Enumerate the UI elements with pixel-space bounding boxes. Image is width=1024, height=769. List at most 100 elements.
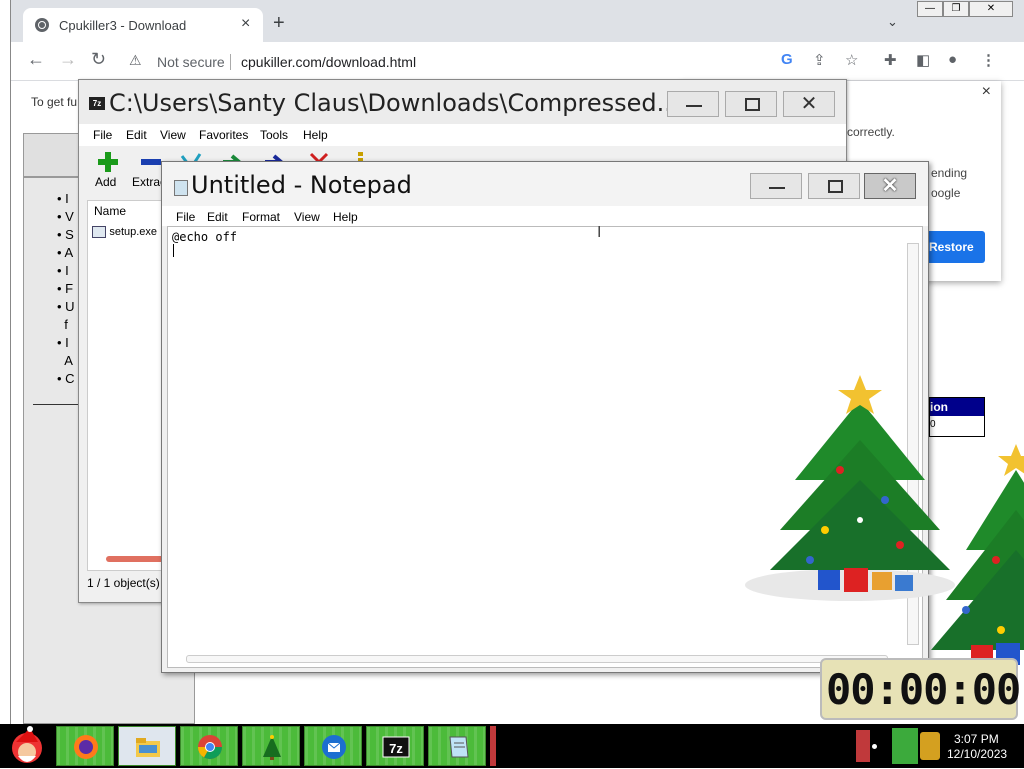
back-arrow-icon[interactable]: ← <box>27 49 45 70</box>
7zip-icon: 7z <box>382 736 410 758</box>
list-item[interactable]: • I <box>57 191 75 209</box>
taskbar: 7z 3:07 PM 12/10/2023 <box>0 724 1024 768</box>
url-text[interactable]: cpukiller.com/download.html <box>241 54 416 70</box>
taskbar-firefox[interactable] <box>56 726 114 766</box>
notepad-maximize-button[interactable] <box>808 173 860 199</box>
extract-minus-icon <box>141 159 161 165</box>
tab-close-icon[interactable]: × <box>241 15 250 33</box>
column-header-name[interactable]: Name <box>87 200 169 222</box>
network-icon[interactable] <box>892 728 918 764</box>
chrome-close-button[interactable]: ✕ <box>969 1 1013 17</box>
add-button[interactable] <box>96 150 120 177</box>
menu-file[interactable]: File <box>176 210 195 224</box>
reload-icon[interactable]: ↻ <box>91 49 106 70</box>
popup-close-icon[interactable]: × <box>982 83 991 101</box>
menu-help[interactable]: Help <box>333 210 358 224</box>
list-item[interactable]: • U <box>57 299 75 317</box>
list-item[interactable]: setup.exe <box>92 224 157 238</box>
profile-avatar-icon[interactable]: ● <box>948 51 957 68</box>
7zip-title: C:\Users\Santy Claus\Downloads\Compresse… <box>109 89 680 117</box>
menu-help[interactable]: Help <box>303 128 328 142</box>
browser-toolbar: ← → ↻ ⚠ Not secure cpukiller.com/downloa… <box>11 42 1024 81</box>
taskbar-file-explorer[interactable] <box>118 726 176 766</box>
globe-icon <box>35 18 49 32</box>
menu-favorites[interactable]: Favorites <box>199 128 248 142</box>
forward-arrow-icon[interactable]: → <box>59 49 77 70</box>
notepad-icon <box>449 736 469 758</box>
warning-icon: ⚠ <box>129 52 142 68</box>
ibeam-cursor-icon: I <box>597 224 602 241</box>
list-item[interactable]: f <box>57 317 75 335</box>
firefox-icon <box>74 735 98 759</box>
tray-flag-icon[interactable] <box>856 730 870 762</box>
volume-icon[interactable] <box>920 732 940 760</box>
taskbar-thunderbird[interactable] <box>304 726 362 766</box>
taskbar-chrome[interactable] <box>180 726 238 766</box>
notepad-menubar: File Edit Format View Help <box>162 206 928 226</box>
7zip-titlebar[interactable]: 7z C:\Users\Santy Claus\Downloads\Compre… <box>79 80 846 124</box>
menu-view[interactable]: View <box>294 210 320 224</box>
list-item[interactable]: • F <box>57 281 75 299</box>
text-caret <box>173 244 174 257</box>
google-translate-icon[interactable]: G <box>781 51 793 68</box>
taskbar-notepad[interactable] <box>428 726 486 766</box>
list-item[interactable]: • A <box>57 245 75 263</box>
chrome-icon <box>198 735 222 760</box>
christmas-tree-decoration <box>931 444 1024 665</box>
desktop-clock-widget[interactable]: 00:00:00 <box>820 658 1021 720</box>
clock-digits: 00:00:00 <box>826 665 1021 714</box>
notepad-title: Untitled - Notepad <box>191 171 412 199</box>
notepad-content: @echo off <box>172 230 238 244</box>
list-item[interactable]: • V <box>57 209 75 227</box>
taskbar-christmas-tree[interactable] <box>242 726 300 766</box>
security-indicator[interactable]: Not secure <box>157 54 225 70</box>
list-item[interactable]: • I <box>57 263 75 281</box>
tray-dot-icon <box>872 744 877 749</box>
tray-date[interactable]: 12/10/2023 <box>947 747 1007 761</box>
info-bar-text: To get fu <box>31 95 78 109</box>
7zip-minimize-button[interactable] <box>667 91 719 117</box>
menu-tools[interactable]: Tools <box>260 128 288 142</box>
notepad-app-icon <box>174 180 188 196</box>
thunderbird-icon <box>322 735 346 759</box>
horizontal-scrollbar[interactable] <box>106 556 168 562</box>
menu-edit[interactable]: Edit <box>207 210 228 224</box>
notepad-minimize-button[interactable] <box>750 173 802 199</box>
chrome-minimize-button[interactable]: — <box>917 1 943 17</box>
tab-cpukiller[interactable]: Cpukiller3 - Download × <box>23 8 263 42</box>
taskbar-7zip[interactable]: 7z <box>366 726 424 766</box>
popup-text-line: oogle <box>931 186 961 200</box>
notepad-close-button[interactable]: ✕ <box>864 173 916 199</box>
menu-format[interactable]: Format <box>242 210 280 224</box>
horizontal-scrollbar[interactable] <box>186 655 888 663</box>
start-button[interactable] <box>4 726 50 766</box>
list-item[interactable]: • C <box>57 371 75 389</box>
share-icon[interactable]: ⇪ <box>813 51 826 69</box>
list-item[interactable]: A <box>57 353 75 371</box>
bookmark-star-icon[interactable]: ☆ <box>845 51 858 69</box>
popup-text-line: ending <box>931 166 968 180</box>
new-tab-button[interactable]: + <box>273 12 285 35</box>
address-bar[interactable]: ⚠ Not secure cpukiller.com/download.html <box>127 46 887 76</box>
address-separator <box>230 54 231 70</box>
side-panel-icon[interactable]: ◧ <box>916 51 930 69</box>
tab-search-chevron-icon[interactable]: ⌄ <box>887 14 898 30</box>
tab-strip: Cpukiller3 - Download × + ⌄ — ❐ ✕ <box>11 0 1024 42</box>
menu-edit[interactable]: Edit <box>126 128 147 142</box>
7zip-close-button[interactable]: ✕ <box>783 91 835 117</box>
list-item[interactable]: • S <box>57 227 75 245</box>
notepad-titlebar[interactable]: Untitled - Notepad ✕ <box>162 162 928 206</box>
chrome-maximize-button[interactable]: ❐ <box>943 1 969 17</box>
chrome-menu-icon[interactable]: ⋮ <box>981 51 996 69</box>
file-name: setup.exe <box>109 226 158 238</box>
list-item[interactable]: • I <box>57 335 75 353</box>
extensions-puzzle-icon[interactable]: ✚ <box>884 51 897 69</box>
extract-button[interactable] <box>139 150 163 177</box>
christmas-tree-icon <box>263 735 281 760</box>
svg-text:7z: 7z <box>389 741 403 756</box>
tray-time[interactable]: 3:07 PM <box>954 732 999 746</box>
7zip-maximize-button[interactable] <box>725 91 777 117</box>
menu-file[interactable]: File <box>93 128 112 142</box>
tab-title: Cpukiller3 - Download <box>59 18 187 33</box>
menu-view[interactable]: View <box>160 128 186 142</box>
